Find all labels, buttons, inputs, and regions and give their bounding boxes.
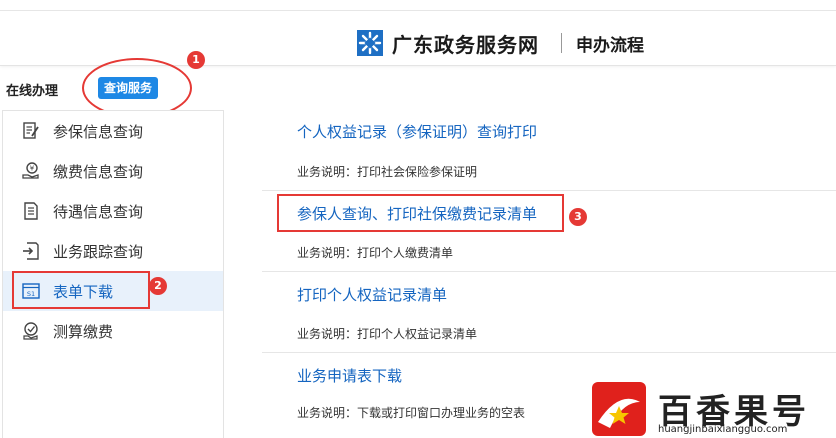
tab-online-handling[interactable]: 在线办理 (6, 80, 58, 99)
step-badge-1: 1 (187, 51, 205, 69)
document-arrow-icon (23, 242, 39, 260)
sidebar-item-label: 待遇信息查询 (53, 202, 144, 221)
page-title: 申办流程 (576, 35, 644, 56)
sidebar-item-payment-calc[interactable]: 测算缴费 (3, 311, 223, 351)
site-name: 广东政务服务网 (392, 32, 539, 57)
watermark-logo-icon (592, 382, 646, 436)
service-description: 业务说明：打印个人缴费清单 (297, 246, 454, 260)
sidebar-item-label: 测算缴费 (53, 322, 114, 341)
watermark-url: huangjinbaixiangguo.com (658, 424, 788, 435)
service-description: 业务说明：打印社会保险参保证明 (297, 165, 478, 179)
highlight-box-2 (12, 271, 150, 309)
svg-text:¥: ¥ (30, 165, 35, 173)
brand[interactable]: 广东政务服务网 申办流程 (356, 28, 644, 58)
watermark: 百香果号 huangjinbaixiangguo.com (588, 380, 836, 438)
document-edit-icon (23, 122, 39, 139)
calculator-coin-icon (23, 322, 38, 340)
service-description: 业务说明：下载或打印窗口办理业务的空表 (297, 406, 526, 420)
service-description: 业务说明：打印个人权益记录清单 (297, 327, 478, 341)
service-link[interactable]: 个人权益记录（参保证明）查询打印 (297, 121, 537, 142)
brand-separator (561, 33, 562, 53)
gov-logo-icon (357, 30, 383, 56)
site-header: 广东政务服务网 申办流程 (0, 0, 836, 66)
step-badge-3: 3 (569, 208, 587, 226)
service-link[interactable]: 业务申请表下载 (297, 365, 402, 386)
header-divider (0, 10, 836, 11)
sidebar-item-label: 业务跟踪查询 (53, 242, 144, 261)
sidebar-item-insurance-info[interactable]: 参保信息查询 (3, 111, 223, 151)
service-link[interactable]: 打印个人权益记录清单 (297, 284, 447, 305)
sidebar-item-business-tracking[interactable]: 业务跟踪查询 (3, 231, 223, 271)
sidebar-item-label: 缴费信息查询 (53, 162, 144, 181)
page: 广东政务服务网 申办流程 在线办理 查询服务 1 参保信息查询 ¥ 缴费信息查询… (0, 0, 836, 438)
sidebar-item-benefit-info[interactable]: 待遇信息查询 (3, 191, 223, 231)
list-item: 个人权益记录（参保证明）查询打印 业务说明：打印社会保险参保证明 (262, 110, 836, 191)
list-item: 打印个人权益记录清单 业务说明：打印个人权益记录清单 (262, 272, 836, 353)
sidebar-item-label: 参保信息查询 (53, 122, 144, 141)
document-list-icon (24, 202, 38, 220)
highlight-box-3 (277, 194, 564, 232)
step-badge-2: 2 (149, 277, 167, 295)
sidebar-item-payment-info[interactable]: ¥ 缴费信息查询 (3, 151, 223, 191)
coin-hand-icon: ¥ (22, 162, 39, 179)
highlight-ring-1 (82, 58, 192, 118)
